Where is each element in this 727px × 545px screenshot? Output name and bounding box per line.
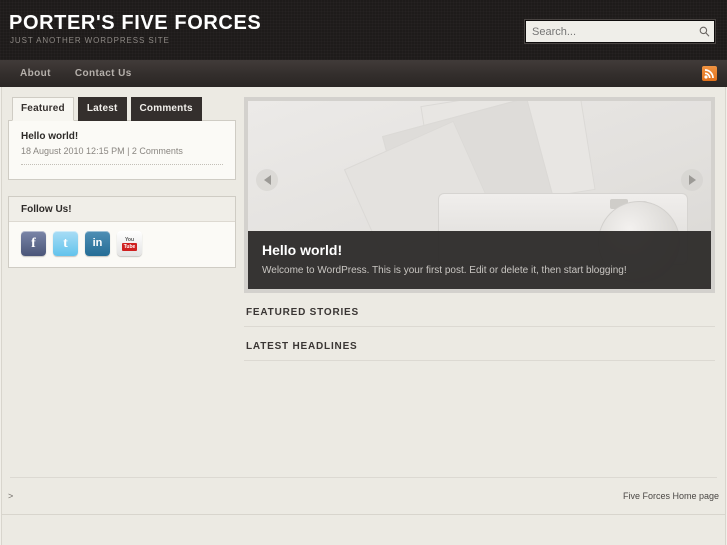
widget-title: Follow Us! [9,197,235,222]
slider-caption: Hello world! Welcome to WordPress. This … [248,231,711,289]
rss-icon[interactable] [702,66,717,81]
sidebar-post-title[interactable]: Hello world! [21,131,223,142]
tab-latest[interactable]: Latest [77,97,127,121]
primary-navigation: About Contact Us [0,60,727,87]
site-tagline: JUST ANOTHER WORDPRESS SITE [10,36,170,45]
page-bottom-edge [2,514,725,515]
site-footer: > Five Forces Home page [2,478,725,514]
chevron-left-icon [263,175,271,185]
youtube-icon[interactable]: You Tube [117,231,142,256]
main-column: Hello world! Welcome to WordPress. This … [244,97,719,477]
site-title: PORTER'S FIVE FORCES [9,12,262,34]
slider-caption-title[interactable]: Hello world! [262,242,697,258]
slider-prev-arrow-icon[interactable] [256,169,278,191]
facebook-glyph: f [31,235,36,251]
site-header: PORTER'S FIVE FORCES JUST ANOTHER WORDPR… [0,0,727,60]
page-wrapper: Featured Latest Comments Hello world! 18… [1,87,726,545]
tab-featured[interactable]: Featured [12,97,74,121]
sidebar: Featured Latest Comments Hello world! 18… [8,97,236,477]
sidebar-post-meta: 18 August 2010 12:15 PM | 2 Comments [21,146,183,156]
sidebar-tab-panel: Hello world! 18 August 2010 12:15 PM | 2… [8,120,236,180]
sidebar-tabs: Featured Latest Comments [8,97,236,121]
nav-list: About Contact Us [8,60,144,87]
footer-home-link[interactable]: Five Forces Home page [623,491,721,501]
section-heading-latest-headlines: LATEST HEADLINES [244,327,715,361]
divider [21,164,223,165]
search-box[interactable] [525,20,715,43]
search-icon[interactable] [694,21,714,42]
nav-item-about[interactable]: About [8,60,63,87]
footer-left-text: > [8,491,14,501]
youtube-glyph-bottom: Tube [121,242,138,251]
chevron-right-icon [688,175,696,185]
slider-next-arrow-icon[interactable] [681,169,703,191]
twitter-icon[interactable]: t [53,231,78,256]
social-icon-list: f t in You Tube [9,222,235,267]
linkedin-icon[interactable]: in [85,231,110,256]
section-heading-featured-stories: FEATURED STORIES [244,293,715,327]
nav-item-contact-us[interactable]: Contact Us [63,60,144,87]
tab-comments[interactable]: Comments [130,97,202,121]
featured-slider: Hello world! Welcome to WordPress. This … [244,97,715,293]
linkedin-glyph: in [92,237,103,249]
twitter-glyph: t [63,235,68,251]
facebook-icon[interactable]: f [21,231,46,256]
slider-caption-text: Welcome to WordPress. This is your first… [262,265,627,276]
content-row: Featured Latest Comments Hello world! 18… [2,87,725,477]
search-input[interactable] [526,21,694,42]
youtube-glyph-top: You [124,236,135,243]
follow-us-widget: Follow Us! f t in You Tube [8,196,236,268]
